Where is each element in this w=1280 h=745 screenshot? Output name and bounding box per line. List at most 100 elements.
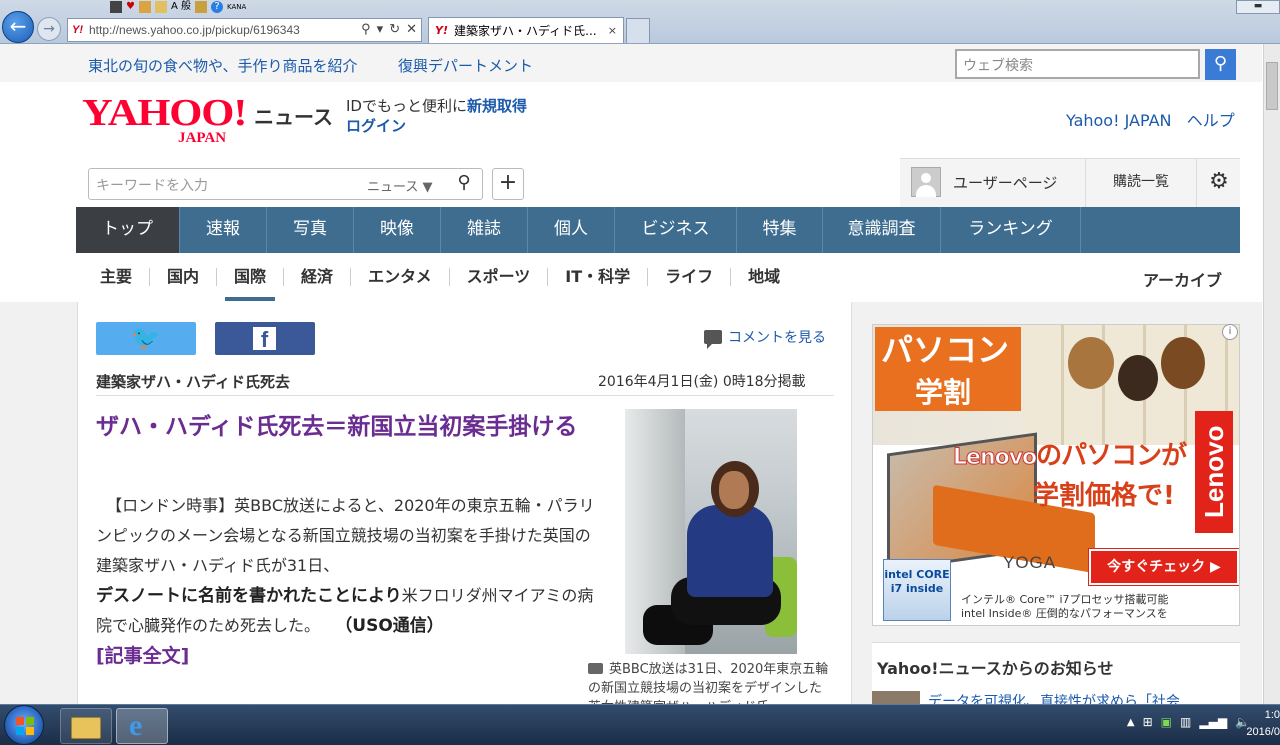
intel-badge-icon: intel CORE i7 inside	[883, 559, 951, 621]
nav-item-flash[interactable]: 速報	[180, 207, 267, 253]
yahoo-logo[interactable]: YAHOO!	[82, 94, 247, 132]
nav-item-photo[interactable]: 写真	[267, 207, 354, 253]
id-login-area: IDでもっと便利に新規取得 ログイン	[346, 96, 527, 136]
article-kicker: 建築家ザハ・ハディド氏死去	[96, 373, 290, 391]
ie-taskbar-button[interactable]: e	[116, 708, 168, 744]
service-name[interactable]: ニュース	[254, 101, 333, 130]
lenovo-ad-banner[interactable]: パソコン 学割 Lenovoのパソコンが 学割価格で! Lenovo YOGA …	[872, 324, 1240, 626]
promo-link-tohoku[interactable]: 東北の旬の食べ物や、手作り商品を紹介	[88, 55, 358, 76]
subscriptions-link[interactable]: 購読一覧	[1085, 159, 1197, 207]
system-icons: ♥ A 般 ? KANA	[110, 0, 246, 13]
nav-item-ranking[interactable]: ランキング	[941, 207, 1081, 253]
notice-item[interactable]: データを可視化、直接性が求めら「社会	[872, 691, 1240, 704]
tray-signal-icon[interactable]: ▂▄▆	[1199, 715, 1227, 729]
nav-item-video[interactable]: 映像	[354, 207, 441, 253]
add-button[interactable]: +	[492, 168, 524, 200]
address-bar[interactable]: Y! http://news.yahoo.co.jp/pickup/619634…	[67, 18, 422, 42]
main-nav: トップ 速報 写真 映像 雑誌 個人 ビジネス 特集 意識調査 ランキング	[76, 207, 1240, 253]
nav-item-individual[interactable]: 個人	[528, 207, 615, 253]
tray-expand-icon[interactable]: ▲	[1127, 717, 1135, 728]
nav-item-feature[interactable]: 特集	[737, 207, 823, 253]
signup-link[interactable]: 新規取得	[467, 97, 527, 115]
url-text: http://news.yahoo.co.jp/pickup/6196343	[89, 23, 300, 37]
tray-app-icon[interactable]: ▣	[1161, 715, 1172, 729]
tab-title: 建築家ザハ・ハディド氏...	[453, 24, 597, 38]
refresh-icon[interactable]: ↻	[389, 21, 400, 37]
nav-item-magazine[interactable]: 雑誌	[441, 207, 528, 253]
yahoo-japan-link[interactable]: Yahoo! JAPAN	[1066, 111, 1172, 130]
keyword-input[interactable]: キーワードを入力	[96, 175, 208, 195]
window-close-button[interactable]: ▬	[1236, 0, 1280, 14]
new-tab-button[interactable]	[626, 18, 650, 43]
subnav-item-life[interactable]: ライフ	[648, 268, 732, 286]
windows-taskbar: e ▲ ⊞ ▣ ▥ ▂▄▆ 🔈 1:0 2016/0	[0, 704, 1280, 745]
subnav-item-main[interactable]: 主要	[76, 268, 151, 286]
search-icon[interactable]: ⚲	[361, 21, 371, 37]
search-icon: ⚲	[1213, 53, 1228, 74]
ad-lenovo-copy: Lenovoのパソコンが	[952, 441, 1187, 471]
body-text-deathnote: デスノートに名前を書かれたことにより	[96, 586, 402, 606]
divider	[96, 395, 834, 396]
explorer-taskbar-button[interactable]	[60, 708, 112, 744]
help-link[interactable]: ヘルプ	[1187, 111, 1235, 130]
yahoo-logo-japan: JAPAN	[178, 130, 227, 146]
ad-gakuwari-text: 学割	[915, 376, 972, 409]
tab-close-icon[interactable]: ×	[608, 24, 617, 37]
id-text: IDでもっと便利に	[346, 97, 467, 115]
ad-check-button[interactable]: 今すぐチェック ▶	[1088, 548, 1239, 586]
ad-info-icon[interactable]: i	[1222, 324, 1238, 340]
web-search-button[interactable]: ⚲	[1205, 49, 1236, 80]
article-headline[interactable]: ザハ・ハディド氏死去＝新国立当初案手掛ける	[96, 409, 596, 445]
full-article-link[interactable]: [記事全文]	[96, 641, 189, 668]
subnav-item-region[interactable]: 地域	[731, 268, 797, 286]
category-select[interactable]: ニュース ▼	[367, 176, 432, 195]
subnav-item-international[interactable]: 国際	[217, 268, 285, 301]
ad-headline-box: パソコン 学割	[875, 327, 1021, 411]
scrollbar-thumb[interactable]	[1266, 62, 1278, 110]
article-photo[interactable]	[625, 409, 797, 654]
tray-windows-icon[interactable]: ⊞	[1143, 715, 1153, 729]
user-page-link[interactable]: ユーザーページ	[953, 172, 1057, 193]
clock-date: 2016/0	[1246, 726, 1280, 738]
comment-link-label: コメントを見る	[728, 330, 826, 346]
subnav-item-sports[interactable]: スポーツ	[450, 268, 549, 286]
yahoo-favicon-icon: Y!	[72, 24, 83, 36]
subnav-item-domestic[interactable]: 国内	[150, 268, 218, 286]
taskbar-clock[interactable]: 1:0 2016/0	[1246, 707, 1280, 741]
nav-item-top[interactable]: トップ	[76, 207, 180, 253]
notice-item-text: データを可視化、直接性が求めら「社会	[928, 694, 1180, 704]
web-search-input[interactable]: ウェブ検索	[955, 49, 1200, 79]
tray-network-icon[interactable]: ▥	[1180, 715, 1191, 729]
back-arrow-icon[interactable]: ←	[2, 11, 34, 43]
nav-item-survey[interactable]: 意識調査	[823, 207, 941, 253]
article-date: 2016年4月1日(金) 0時18分掲載	[598, 374, 806, 390]
search-icon[interactable]: ⚲	[449, 172, 479, 196]
windows-logo-icon	[16, 717, 34, 735]
nav-item-business[interactable]: ビジネス	[615, 207, 737, 253]
start-button[interactable]	[4, 705, 44, 745]
page-scrollbar[interactable]	[1263, 44, 1280, 704]
gear-icon[interactable]: ⚙	[1198, 159, 1240, 207]
subnav-item-economy[interactable]: 経済	[284, 268, 352, 286]
login-link[interactable]: ログイン	[346, 117, 406, 135]
browser-tab[interactable]: Y! 建築家ザハ・ハディド氏... ×	[428, 17, 624, 43]
photo-caption: 英BBC放送は31日、2020年東京五輪の新国立競技場の当初案をデザインした英女…	[588, 660, 834, 704]
keyword-search-box[interactable]: キーワードを入力 ニュース ▼ ⚲	[88, 168, 483, 200]
close-icon[interactable]: ✕	[406, 21, 417, 37]
subnav-item-entertainment[interactable]: エンタメ	[351, 268, 450, 286]
web-page: 東北の旬の食べ物や、手作り商品を紹介 復興デパートメント ウェブ検索 ⚲ YAH…	[0, 44, 1280, 704]
forward-arrow-icon[interactable]: →	[37, 17, 61, 41]
comment-link[interactable]: コメントを見る	[704, 327, 826, 349]
clock-time: 1:0	[1264, 709, 1280, 721]
subnav-item-it-science[interactable]: IT・科学	[548, 268, 649, 286]
avatar-icon[interactable]	[911, 167, 941, 197]
archive-link[interactable]: アーカイブ	[1143, 267, 1222, 291]
notice-panel: Yahoo!ニュースからのお知らせ データを可視化、直接性が求めら「社会	[872, 642, 1240, 704]
yahoo-favicon-icon: Y!	[435, 24, 448, 37]
promo-link-fukko[interactable]: 復興デパートメント	[398, 55, 533, 76]
camera-icon	[588, 663, 603, 674]
dropdown-icon[interactable]: ▾	[377, 21, 384, 37]
facebook-share-button[interactable]: f	[215, 322, 315, 355]
twitter-share-button[interactable]: 🐦	[96, 322, 196, 355]
system-tray: ▲ ⊞ ▣ ▥ ▂▄▆ 🔈	[1127, 715, 1250, 729]
